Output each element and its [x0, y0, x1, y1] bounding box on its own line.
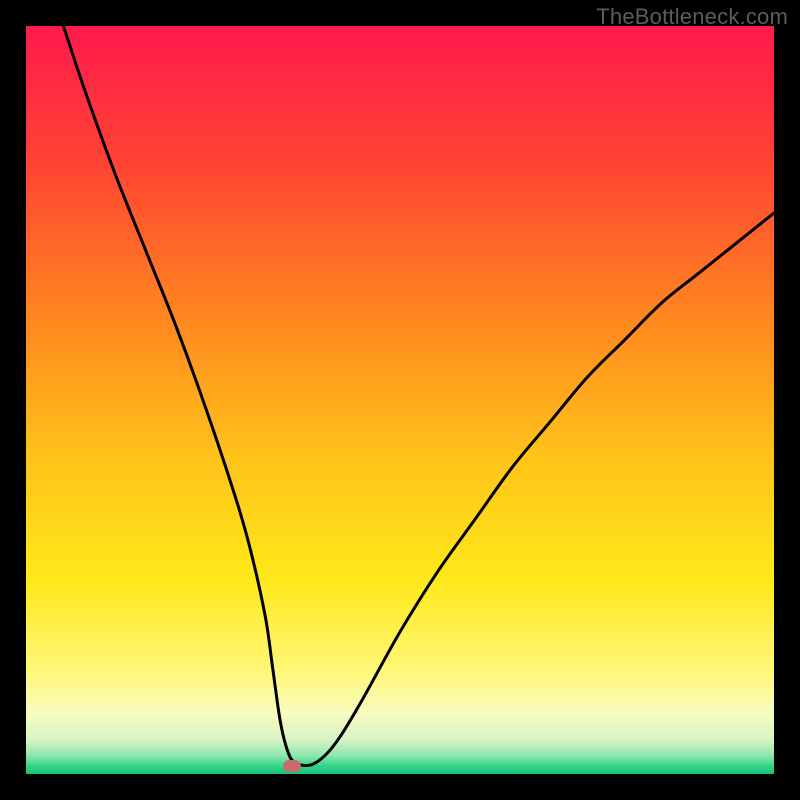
chart-stage: TheBottleneck.com [0, 0, 800, 800]
plot-area [26, 26, 774, 774]
bottleneck-curve [26, 26, 774, 774]
minimum-marker [283, 760, 301, 772]
